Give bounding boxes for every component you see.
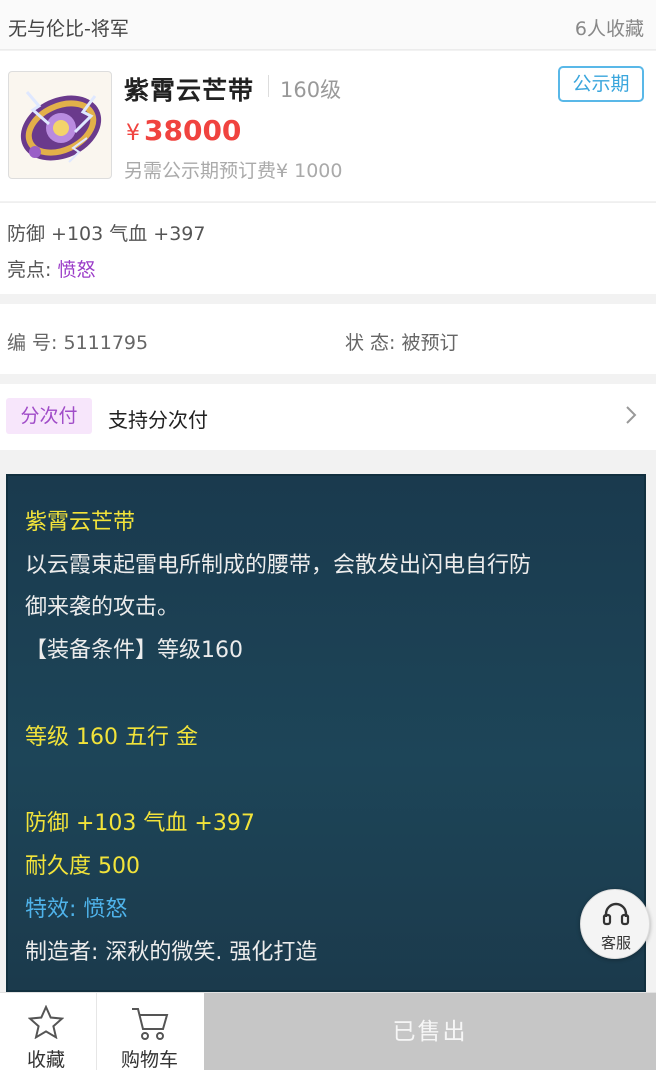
highlight-label: 亮点:: [7, 259, 52, 281]
cart-icon: [132, 1008, 169, 1040]
desc-maker: 制造者: 深秋的微笑. 强化打造: [25, 940, 318, 965]
currency-symbol: ¥: [126, 121, 140, 146]
desc-title: 紫霄云芒带: [25, 510, 136, 535]
attributes-card: 防御 +103 气血 +397 亮点: 愤怒: [0, 202, 656, 294]
divider: [268, 75, 269, 97]
favorite-count: 6人收藏: [574, 18, 644, 40]
desc-durability: 耐久度 500: [25, 854, 140, 879]
installment-text: 支持分次付: [108, 408, 208, 432]
item-status: 状 态: 被预订: [345, 332, 459, 354]
deposit-fee: 另需公示期预订费¥ 1000: [124, 160, 343, 182]
info-card: 编 号: 5111795 状 态: 被预订: [0, 304, 656, 374]
desc-level-element: 等级 160 五行 金: [25, 725, 198, 750]
item-card[interactable]: 紫霄云芒带 160级 公示期 ¥38000 另需公示期预订费¥ 1000: [0, 51, 656, 201]
belt-icon: [20, 91, 102, 163]
top-bar: 无与伦比-将军 6人收藏: [0, 0, 656, 50]
highlight-value: 愤怒: [57, 259, 96, 281]
server-name: 无与伦比-将军: [8, 18, 129, 40]
desc-text-line2: 御来袭的攻击。: [25, 595, 180, 620]
installment-row[interactable]: 分次付 支持分次付: [0, 384, 656, 450]
chevron-right-icon: [626, 406, 637, 424]
favorite-label: 收藏: [26, 1049, 65, 1070]
attribute-line: 防御 +103 气血 +397: [7, 223, 206, 245]
item-thumbnail[interactable]: [8, 71, 112, 179]
item-name: 紫霄云芒带: [124, 76, 255, 105]
customer-service-label: 客服: [600, 934, 631, 952]
installment-tag: 分次付: [6, 398, 92, 434]
bottom-action-bar: 收藏 购物车 已售出: [0, 992, 656, 1070]
favorite-button[interactable]: 收藏: [0, 993, 92, 1070]
item-level: 160级: [280, 78, 342, 102]
desc-text-line1: 以云霞束起雷电所制成的腰带，会散发出闪电自行防: [25, 553, 532, 578]
item-id: 编 号: 5111795: [7, 332, 149, 354]
desc-stats: 防御 +103 气血 +397: [25, 811, 255, 836]
item-price: ¥38000: [126, 114, 241, 147]
cart-label: 购物车: [120, 1049, 178, 1070]
public-period-badge: 公示期: [558, 66, 644, 102]
description-panel: 紫霄云芒带 以云霞束起雷电所制成的腰带，会散发出闪电自行防 御来袭的攻击。 【装…: [6, 474, 646, 992]
cart-button[interactable]: 购物车: [96, 993, 202, 1070]
sold-out-button[interactable]: 已售出: [204, 993, 656, 1070]
highlight-line: 亮点: 愤怒: [7, 255, 95, 282]
price-value: 38000: [144, 114, 242, 147]
customer-service-button[interactable]: 客服: [580, 889, 650, 959]
desc-effect: 特效: 愤怒: [25, 897, 128, 922]
star-icon: [28, 1005, 64, 1039]
headset-icon: [602, 902, 630, 926]
desc-requirement: 【装备条件】等级160: [25, 638, 243, 663]
